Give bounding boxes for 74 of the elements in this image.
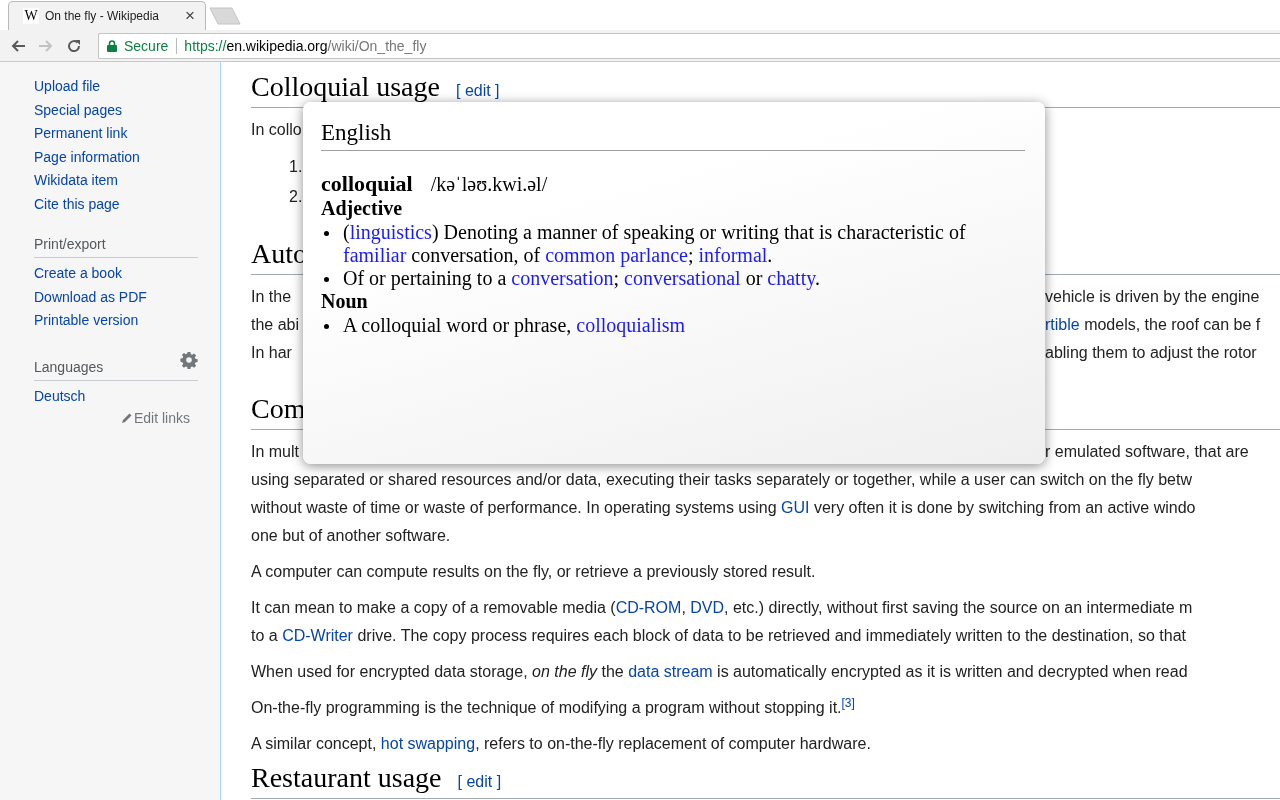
sidebar-link[interactable]: Create a book xyxy=(34,262,122,286)
settings-icon[interactable] xyxy=(180,350,198,369)
link[interactable]: chatty xyxy=(767,267,815,289)
text-fragment: In mult xyxy=(251,442,300,462)
edit-links-link[interactable]: Edit links xyxy=(120,408,190,428)
sidebar-link[interactable]: Deutsch xyxy=(34,384,86,408)
url-text: https://en.wikipedia.org/wiki/On_the_fly xyxy=(184,37,427,54)
text-fragment: r emulated software, that are xyxy=(1045,442,1250,462)
link[interactable]: GUI xyxy=(781,499,810,516)
sidebar-link[interactable]: Printable version xyxy=(34,309,139,333)
close-icon[interactable]: × xyxy=(185,6,195,26)
back-icon[interactable] xyxy=(10,37,26,54)
definition: A colloquial word or phrase, colloquialism xyxy=(343,314,687,337)
section-heading: Com xyxy=(251,392,306,426)
list-number: 1. xyxy=(289,158,303,175)
section-heading: Restaurant usage xyxy=(251,761,442,795)
edit-link[interactable]: [ edit ] xyxy=(457,773,502,791)
tab-title: On the fly - Wikipedia xyxy=(45,9,161,23)
reload-icon[interactable] xyxy=(66,37,82,54)
sidebar-link[interactable]: Cite this page xyxy=(34,192,120,216)
sidebar-link[interactable]: Upload file xyxy=(34,75,101,99)
link[interactable]: colloquialism xyxy=(576,314,686,336)
link[interactable]: common parlance xyxy=(545,244,688,266)
address-bar[interactable]: Secure https://en.wikipedia.org/wiki/On_the_fly xyxy=(98,32,1280,59)
link[interactable]: conversational xyxy=(624,267,741,289)
text-fragment: abling them to adjust the rotor xyxy=(1045,343,1258,363)
link[interactable]: conversation xyxy=(511,267,614,289)
link[interactable]: CD-Writer xyxy=(282,627,353,644)
link[interactable]: informal xyxy=(698,244,768,266)
text-fragment: In collo xyxy=(251,120,303,140)
link[interactable]: linguistics xyxy=(349,221,432,243)
pronunciation: /kəˈləʊ.kwi.əl/ xyxy=(430,172,548,197)
definition: (linguistics) Denoting a manner of speaking or writing that is characteristic of familiar conversation, of common parlance; informal. xyxy=(343,221,967,267)
sidebar-link[interactable]: Wikidata item xyxy=(34,169,119,193)
link[interactable]: hot swapping xyxy=(380,735,476,752)
link[interactable]: DVD xyxy=(690,599,725,616)
part-of-speech: Adjective xyxy=(321,197,403,219)
text-fragment: In har xyxy=(251,343,293,363)
sidebar-link[interactable]: Special pages xyxy=(34,98,122,122)
section-heading: Print/export xyxy=(34,235,106,254)
link[interactable]: familiar xyxy=(343,244,407,266)
sidebar-link[interactable]: Page information xyxy=(34,145,140,169)
lock-icon xyxy=(107,39,117,52)
favicon-icon: W xyxy=(23,8,39,24)
text-fragment: In the xyxy=(251,287,293,307)
paragraph: A similar concept, hot swapping, refers to on-the-fly replacement of computer hardware. xyxy=(251,734,872,754)
definition: Of or pertaining to a conversation; conversational or chatty. xyxy=(343,267,821,290)
text-fragment: the abi xyxy=(251,315,301,335)
sidebar-link[interactable]: Permanent link xyxy=(34,122,128,146)
reference-link[interactable]: [3] xyxy=(841,695,855,710)
paragraph: On-the-fly programming is the technique of modifying a program without stopping it.$^{[3]}$ xyxy=(251,694,856,718)
language-heading: English xyxy=(321,120,392,145)
link[interactable]: rtible xyxy=(1045,316,1080,333)
list-number: 2. xyxy=(289,188,303,205)
paragraph: using separated or shared resources and/or data, executing their tasks separately or together, while a user can switch on the fly betw without waste of time or waste of performance. In operating systems using GUI very often it is done by switching from an active windo one but of another software. xyxy=(251,470,1197,546)
bullet-icon xyxy=(324,277,329,282)
bullet-icon xyxy=(324,231,329,236)
part-of-speech: Noun xyxy=(321,290,368,312)
bullet-icon xyxy=(324,324,329,329)
section-heading: Languages xyxy=(34,357,104,377)
browser-tab[interactable]: W On the fly - Wikipedia × xyxy=(8,1,206,30)
headword: colloquial xyxy=(321,171,413,196)
link[interactable]: data stream xyxy=(628,663,713,680)
sidebar-link[interactable]: Download as PDF xyxy=(34,285,147,309)
text-fragment: vehicle is driven by the engine xyxy=(1045,287,1261,307)
security-label: Secure xyxy=(124,37,178,54)
text-fragment: rtible models, the roof can be f xyxy=(1045,315,1262,335)
paragraph: A computer can compute results on the fly, or retrieve a previously stored result. xyxy=(251,562,817,582)
paragraph: When used for encrypted data storage, on the fly the data stream is automatically encrypted as it is written and decrypted when read xyxy=(251,662,1189,682)
link[interactable]: CD-ROM xyxy=(615,599,682,616)
pencil-icon xyxy=(120,412,133,424)
edit-link[interactable]: [ edit ] xyxy=(456,82,500,100)
section-heading: Colloquial usage xyxy=(251,70,440,104)
paragraph: It can mean to make a copy of a removable media (CD-ROM, DVD, etc.) directly, without first saving the source on an intermediate m to a CD-Writer drive. The copy process requires each block of data to be retrieved and immediately written to the destination, so that xyxy=(251,598,1194,646)
